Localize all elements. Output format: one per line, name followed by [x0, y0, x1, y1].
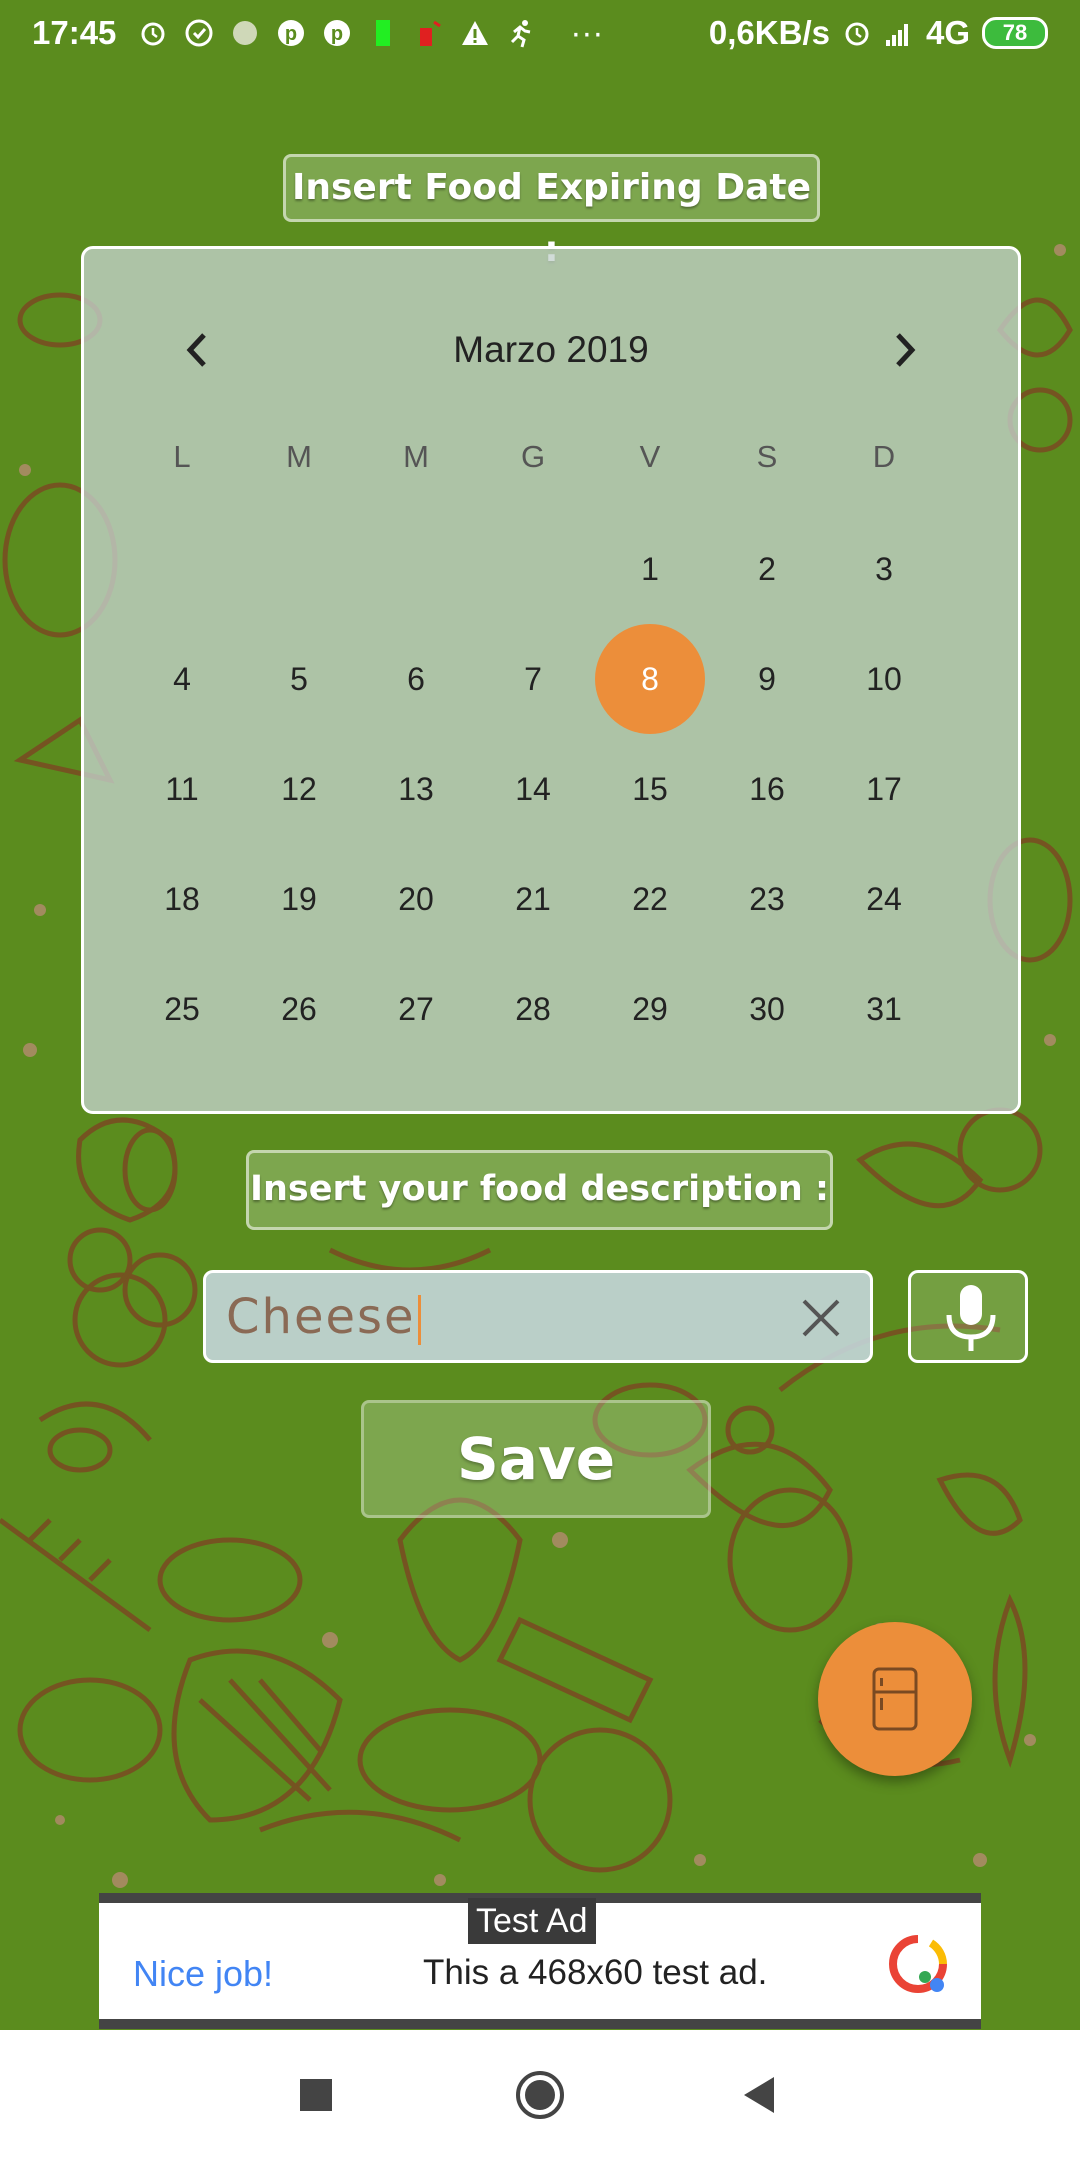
calendar-day[interactable]: 21	[478, 844, 588, 954]
app-icon	[233, 21, 258, 45]
recent-apps-square-icon[interactable]	[286, 2065, 346, 2125]
food-description-input[interactable]: Cheese	[203, 1270, 873, 1363]
test-ad-tag: Test Ad	[468, 1898, 596, 1944]
ad-body[interactable]: This a 468x60 test ad.	[423, 1953, 767, 1993]
save-button[interactable]: Save	[361, 1400, 711, 1518]
pinterest-icon: p	[324, 20, 351, 46]
alarm-icon	[141, 22, 165, 46]
warning-icon	[462, 21, 489, 45]
weekday-label: V	[639, 439, 661, 474]
calendar-day[interactable]: 18	[127, 844, 237, 954]
food-description-label: Insert your food description :	[246, 1150, 833, 1230]
calendar-day[interactable]: 16	[712, 734, 822, 844]
fridge-fab-button[interactable]	[818, 1622, 972, 1776]
ad-headline[interactable]: Nice job!	[133, 1953, 273, 1995]
svg-text:p: p	[285, 23, 297, 45]
calendar-day[interactable]: 13	[361, 734, 471, 844]
calendar-day[interactable]: 10	[829, 624, 939, 734]
weekday-label: M	[403, 439, 429, 474]
weekday-label: L	[173, 439, 191, 474]
calendar-day[interactable]: 31	[829, 954, 939, 1064]
more-icon: ···	[570, 14, 604, 51]
battery-red-icon	[420, 20, 442, 46]
calendar-day[interactable]: 3	[829, 514, 939, 624]
net-speed: 0,6KB/s	[708, 14, 830, 51]
food-description-value[interactable]: Cheese	[226, 1273, 421, 1361]
expiring-date-label: Insert Food Expiring Date :	[283, 154, 820, 270]
status-time: 17:45	[32, 14, 117, 51]
calendar-day-selected[interactable]: 8	[595, 624, 705, 734]
calendar-day[interactable]: 5	[244, 624, 354, 734]
calendar-day[interactable]: 12	[244, 734, 354, 844]
calendar-day[interactable]: 19	[244, 844, 354, 954]
pinterest-icon: p	[278, 20, 305, 46]
calendar-day[interactable]: 28	[478, 954, 588, 1064]
calendar-day[interactable]: 6	[361, 624, 471, 734]
battery-indicator: 78	[982, 17, 1048, 49]
calendar-day[interactable]: 27	[361, 954, 471, 1064]
status-right: 0,6KB/s 4G 78	[709, 14, 1048, 52]
weekday-label: M	[286, 439, 312, 474]
battery-green-icon	[376, 20, 391, 46]
status-bar: 17:45 p p ··· 0,6KB/s 4G 78	[0, 0, 1080, 66]
calendar-day[interactable]: 26	[244, 954, 354, 1064]
weekday-label: S	[756, 439, 778, 474]
running-icon	[511, 20, 531, 48]
microphone-icon	[946, 1285, 996, 1351]
next-month-chevron-icon[interactable]	[878, 323, 932, 377]
calendar-day[interactable]: 22	[595, 844, 705, 954]
clear-close-icon[interactable]	[798, 1295, 844, 1341]
weekday-label: D	[872, 439, 896, 474]
calendar-day[interactable]: 1	[595, 514, 705, 624]
calendar-day[interactable]: 7	[478, 624, 588, 734]
text-cursor	[417, 1295, 421, 1345]
home-circle-icon[interactable]	[510, 2065, 570, 2125]
input-text: Cheese	[226, 1289, 416, 1345]
fridge-icon	[872, 1667, 918, 1731]
alarm-icon	[845, 22, 869, 46]
notification-icons: p p ···	[138, 14, 603, 52]
calendar-day[interactable]: 20	[361, 844, 471, 954]
calendar-day[interactable]: 25	[127, 954, 237, 1064]
calendar-day[interactable]: 15	[595, 734, 705, 844]
calendar-day[interactable]: 4	[127, 624, 237, 734]
navigation-bar	[0, 2030, 1080, 2160]
calendar-day[interactable]: 24	[829, 844, 939, 954]
weekday-label: G	[520, 439, 546, 474]
svg-text:p: p	[331, 23, 343, 45]
calendar-day[interactable]: 2	[712, 514, 822, 624]
google-ads-logo-icon	[889, 1935, 947, 1993]
voice-input-button[interactable]	[908, 1270, 1028, 1363]
calendar-day[interactable]: 14	[478, 734, 588, 844]
calendar-day[interactable]: 23	[712, 844, 822, 954]
calendar-day[interactable]: 11	[127, 734, 237, 844]
timer-icon	[185, 19, 213, 47]
calendar: Marzo 2019 LMMGVSD 1 2 3 4 5 6 7 8 9 10 11 12 13 14 15…	[81, 246, 1021, 1114]
network-type: 4G	[925, 14, 970, 51]
calendar-day[interactable]: 9	[712, 624, 822, 734]
calendar-day[interactable]: 30	[712, 954, 822, 1064]
calendar-day[interactable]: 29	[595, 954, 705, 1064]
back-triangle-icon[interactable]	[730, 2065, 790, 2125]
signal-icon	[885, 24, 908, 46]
calendar-header: Marzo 2019	[84, 315, 1018, 385]
calendar-day[interactable]: 17	[829, 734, 939, 844]
